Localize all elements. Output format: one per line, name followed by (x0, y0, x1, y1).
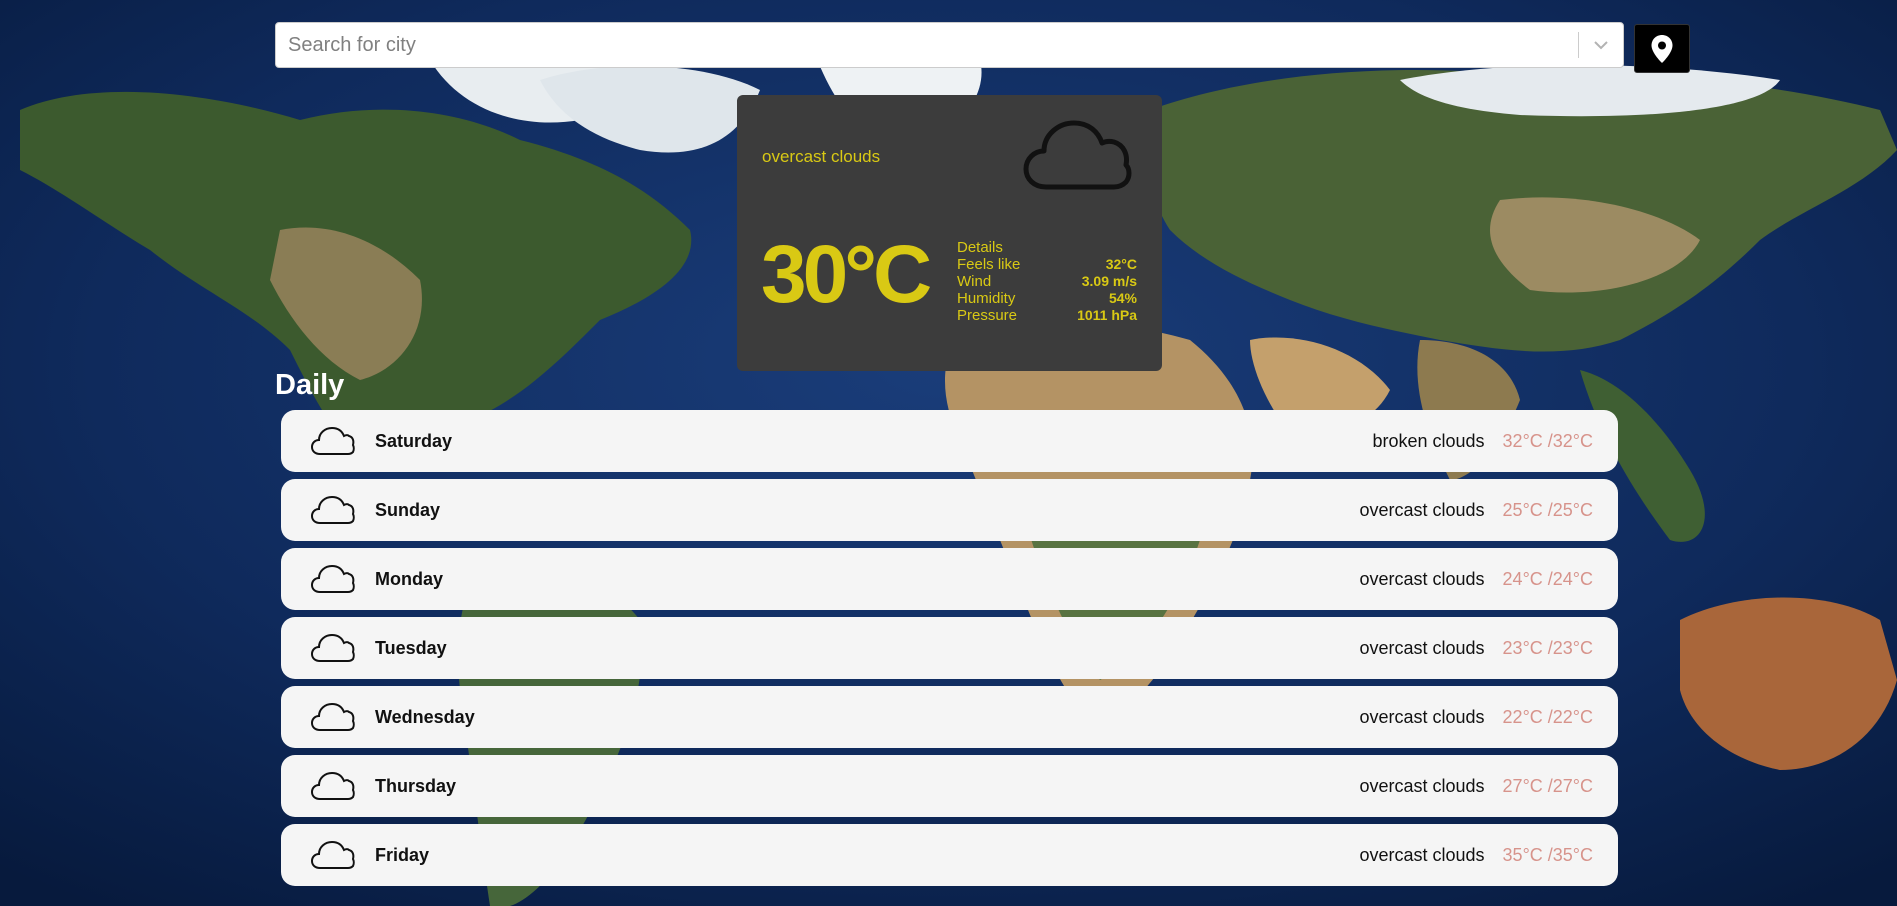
cloud-icon (310, 771, 355, 800)
cloud-icon (1022, 117, 1132, 198)
daily-row-wednesday[interactable]: Wednesday overcast clouds 22°C /22°C (281, 686, 1618, 748)
day-name: Friday (375, 844, 430, 865)
current-location-button[interactable] (1634, 24, 1690, 73)
current-weather-card: overcast clouds 30°C Details Feels like … (737, 95, 1162, 371)
day-description: overcast clouds (1359, 844, 1485, 865)
detail-label: Feels like (957, 256, 1021, 273)
daily-row-friday[interactable]: Friday overcast clouds 35°C /35°C (281, 824, 1618, 886)
day-name: Thursday (375, 775, 457, 796)
cloud-icon (310, 702, 355, 731)
current-description: overcast clouds (762, 147, 881, 166)
daily-row-sunday[interactable]: Sunday overcast clouds 25°C /25°C (281, 479, 1618, 541)
daily-row-saturday[interactable]: Saturday broken clouds 32°C /32°C (281, 410, 1618, 472)
detail-value: 54% (1108, 290, 1137, 306)
detail-row-pressure: Pressure 1011 hPa (957, 307, 1137, 324)
daily-row-tuesday[interactable]: Tuesday overcast clouds 23°C /23°C (281, 617, 1618, 679)
day-description: overcast clouds (1359, 568, 1485, 589)
cloud-icon (310, 426, 355, 455)
day-description: overcast clouds (1359, 499, 1485, 520)
day-temperature-range: 22°C /22°C (1502, 706, 1593, 727)
day-temperature-range: 32°C /32°C (1502, 430, 1593, 451)
detail-value: 3.09 m/s (1081, 273, 1137, 289)
detail-row-feels-like: Feels like 32°C (957, 256, 1137, 273)
detail-row-wind: Wind 3.09 m/s (957, 273, 1137, 290)
day-description: broken clouds (1372, 430, 1485, 451)
details-title: Details (957, 239, 1003, 256)
day-temperature-range: 23°C /23°C (1502, 637, 1593, 658)
day-temperature-range: 27°C /27°C (1502, 775, 1593, 796)
day-name: Saturday (375, 430, 453, 451)
cloud-icon (310, 633, 355, 662)
daily-forecast-list: Saturday broken clouds 32°C /32°C Sunday… (281, 410, 1618, 893)
details-panel: Details Feels like 32°C Wind 3.09 m/s Hu… (957, 239, 1137, 324)
detail-value: 32°C (1105, 256, 1137, 272)
current-temperature: 30°C (761, 229, 932, 320)
cloud-icon (310, 495, 355, 524)
map-pin-icon (1651, 34, 1673, 63)
detail-label: Wind (957, 273, 992, 290)
cloud-icon (310, 840, 355, 869)
day-description: overcast clouds (1359, 706, 1485, 727)
daily-heading: Daily (275, 369, 345, 401)
chevron-down-icon[interactable] (1579, 23, 1623, 67)
detail-row-humidity: Humidity 54% (957, 290, 1137, 307)
detail-label: Pressure (957, 307, 1018, 324)
day-description: overcast clouds (1359, 775, 1485, 796)
day-temperature-range: 35°C /35°C (1502, 844, 1593, 865)
detail-value: 1011 hPa (1077, 307, 1137, 323)
detail-label: Humidity (957, 290, 1016, 307)
day-temperature-range: 24°C /24°C (1502, 568, 1593, 589)
day-name: Monday (375, 568, 444, 589)
cloud-icon (310, 564, 355, 593)
day-name: Tuesday (375, 637, 447, 658)
day-temperature-range: 25°C /25°C (1502, 499, 1593, 520)
daily-row-thursday[interactable]: Thursday overcast clouds 27°C /27°C (281, 755, 1618, 817)
day-name: Sunday (375, 499, 441, 520)
search-input[interactable] (276, 23, 1578, 67)
day-description: overcast clouds (1359, 637, 1485, 658)
daily-row-monday[interactable]: Monday overcast clouds 24°C /24°C (281, 548, 1618, 610)
city-search-bar[interactable] (275, 22, 1624, 68)
day-name: Wednesday (375, 706, 475, 727)
